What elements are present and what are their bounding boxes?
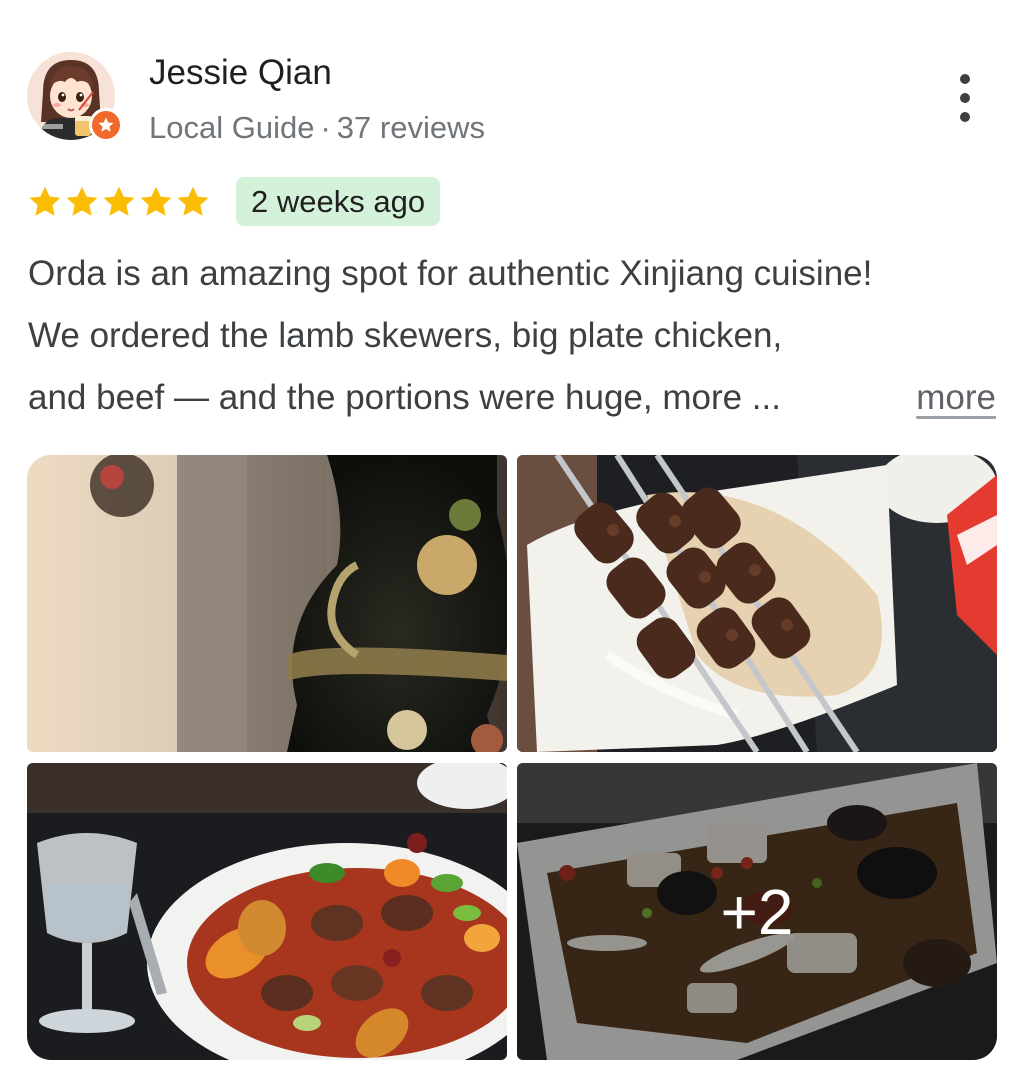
meta-separator: · [320, 110, 331, 145]
review-text-line: and beef — and the portions were huge, m… [28, 378, 781, 417]
local-guide-label: Local Guide [149, 110, 315, 145]
star-icon [138, 184, 174, 224]
author-meta: Local Guide · 37 reviews [149, 108, 485, 148]
author-avatar[interactable] [27, 52, 123, 144]
star-icon [175, 184, 211, 224]
menu-dot [960, 93, 970, 103]
star-icon [27, 184, 63, 224]
menu-dot [960, 74, 970, 84]
review-text-line-wrap: and beef — and the portions were huge, m… [28, 367, 998, 429]
author-name[interactable]: Jessie Qian [149, 52, 332, 94]
review-time-badge: 2 weeks ago [236, 177, 441, 226]
review-text: Orda is an amazing spot for authentic Xi… [28, 243, 998, 429]
local-guide-star-icon [89, 108, 123, 142]
review-text-line: Orda is an amazing spot for authentic Xi… [28, 254, 873, 293]
more-photos-count: +2 [517, 763, 997, 1060]
decorative-vase-photo[interactable] [27, 455, 507, 752]
lamb-skewers-photo[interactable] [517, 455, 997, 752]
review-count: 37 reviews [336, 110, 485, 145]
review-text-line: We ordered the lamb skewers, big plate c… [28, 316, 783, 355]
beef-dish-photo[interactable]: +2 [517, 763, 997, 1060]
more-link[interactable]: more [916, 367, 996, 429]
review-card: Jessie Qian Local Guide · 37 reviews 2 wee… [0, 0, 1034, 1074]
menu-dot [960, 112, 970, 122]
big-plate-chicken-photo[interactable] [27, 763, 507, 1060]
star-icon [64, 184, 100, 224]
more-vert-icon[interactable] [944, 74, 986, 122]
star-icon [101, 184, 137, 224]
star-rating [27, 184, 211, 224]
